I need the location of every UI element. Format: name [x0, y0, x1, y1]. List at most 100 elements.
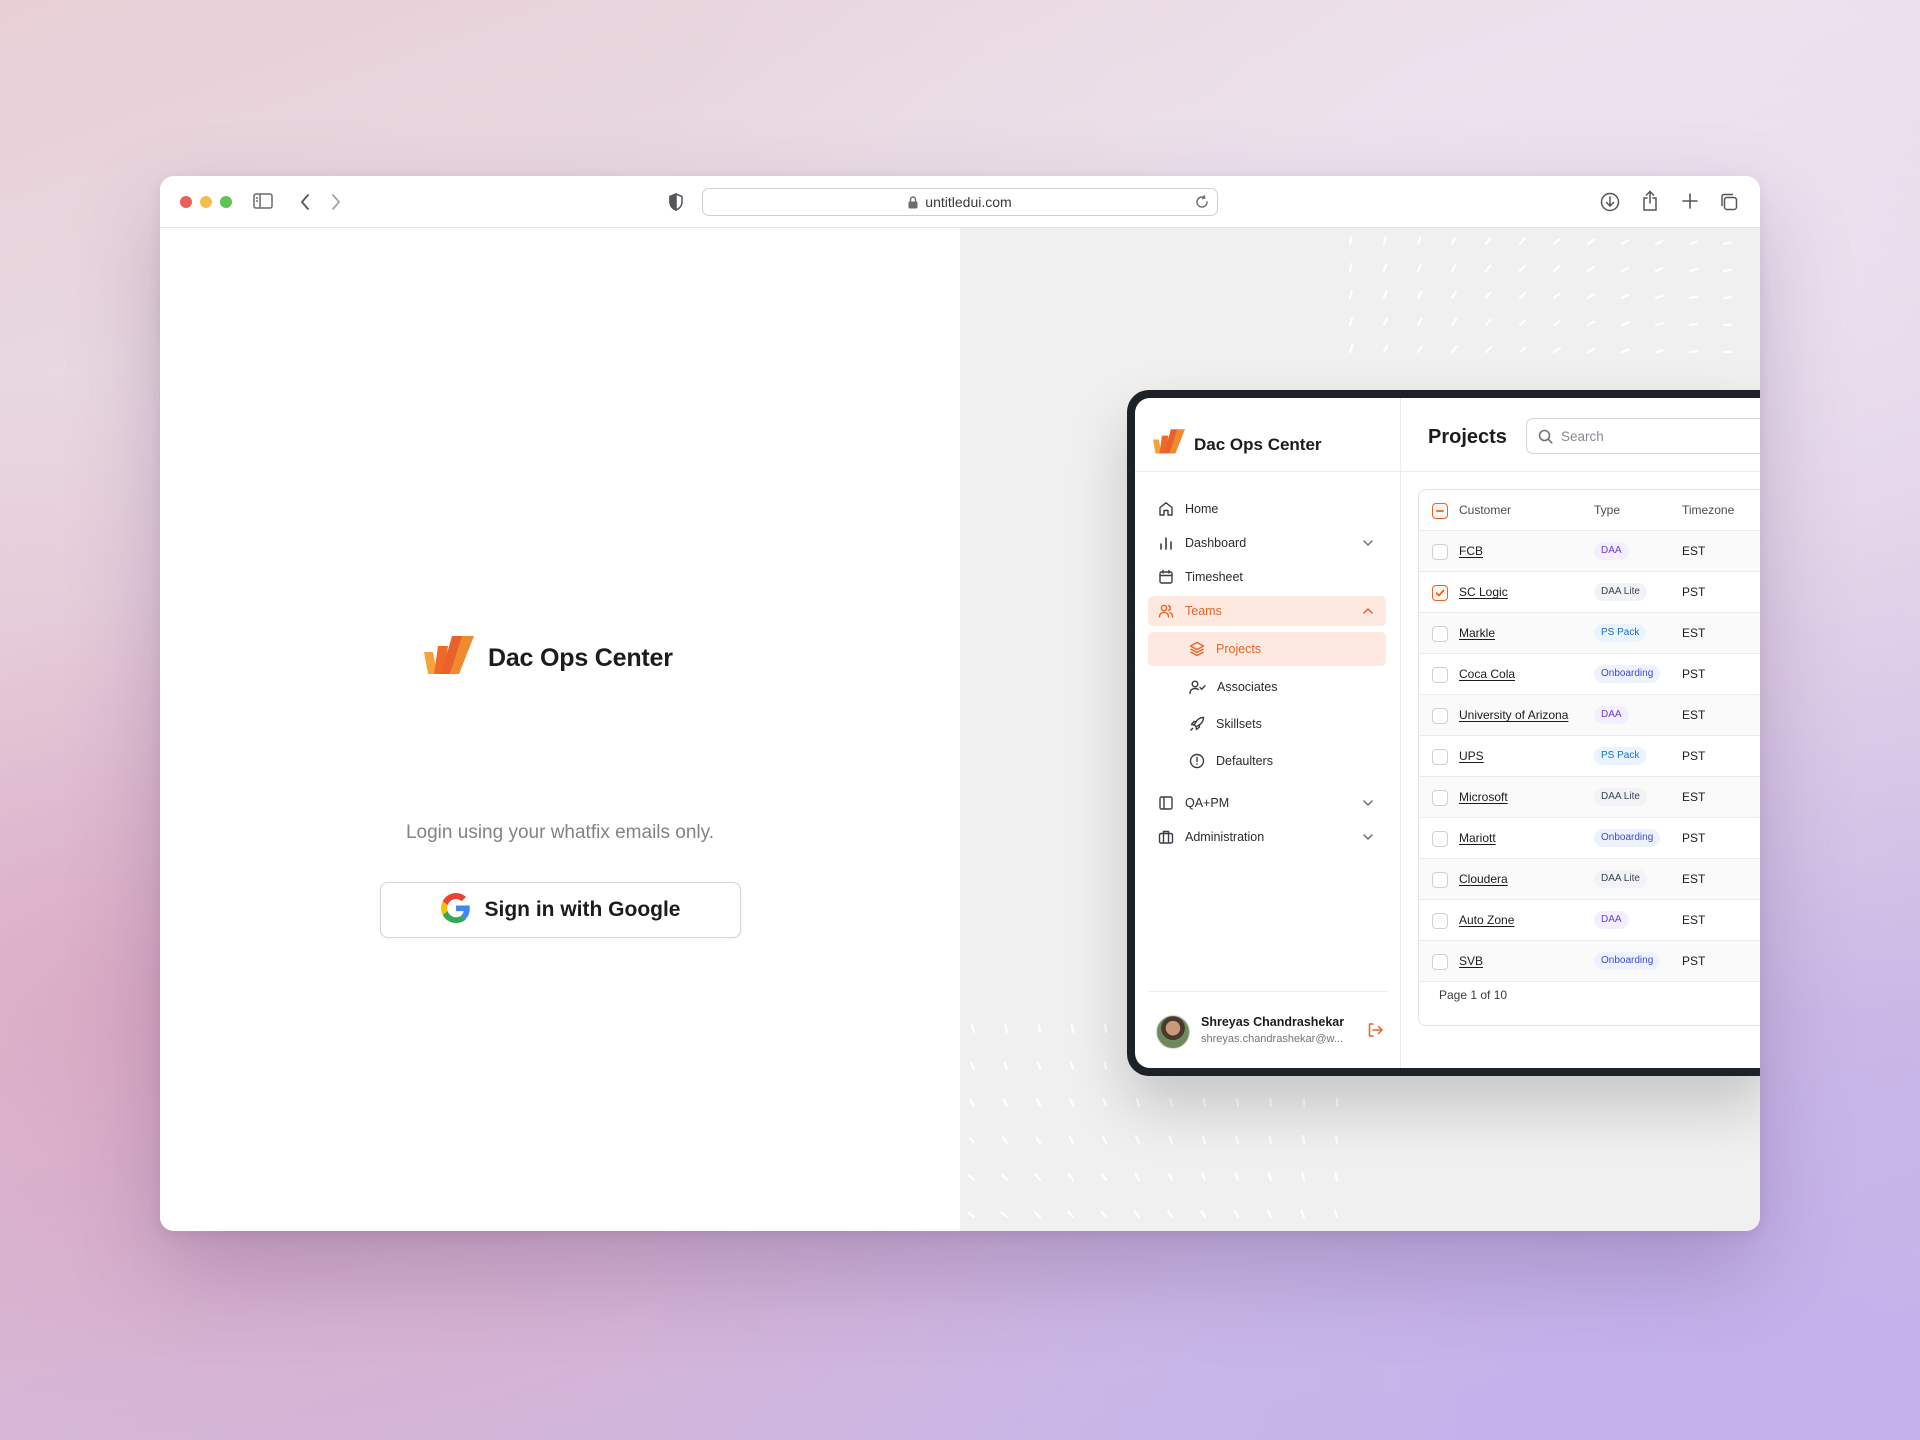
sidebar-item-qa-pm[interactable]: QA+PM: [1148, 788, 1386, 818]
table-row[interactable]: FCB DAA EST: [1419, 531, 1760, 572]
column-header-type[interactable]: Type: [1594, 503, 1620, 517]
new-tab-plus-icon[interactable]: [1681, 192, 1699, 210]
customer-link[interactable]: Coca Cola: [1459, 667, 1515, 681]
chevron-down-icon[interactable]: [1362, 537, 1374, 552]
chevron-down-icon[interactable]: [1362, 797, 1374, 812]
user-email: shreyas.chandrashekar@w...: [1201, 1033, 1343, 1045]
table-row[interactable]: Auto Zone DAA EST: [1419, 900, 1760, 941]
type-badge: DAA Lite: [1594, 870, 1647, 888]
decorative-dash: [1654, 349, 1664, 354]
table-row[interactable]: Cloudera DAA Lite EST: [1419, 859, 1760, 900]
minimize-window-button[interactable]: [200, 196, 212, 208]
table-row[interactable]: Markle PS Pack EST: [1419, 613, 1760, 654]
decorative-dash: [1166, 1210, 1174, 1219]
sidebar-item-label: Teams: [1185, 604, 1222, 618]
row-checkbox[interactable]: [1432, 544, 1448, 560]
sidebar-item-dashboard[interactable]: Dashboard: [1148, 528, 1386, 558]
sidebar-toggle-icon[interactable]: [253, 192, 273, 210]
timezone-cell: EST: [1682, 913, 1706, 927]
customer-link[interactable]: Markle: [1459, 626, 1495, 640]
divider: [1135, 471, 1401, 472]
divider: [1401, 471, 1760, 472]
sidebar-item-home[interactable]: Home: [1148, 494, 1386, 524]
table-row[interactable]: SC Logic DAA Lite PST: [1419, 572, 1760, 613]
tab-overview-icon[interactable]: [1719, 192, 1739, 212]
sidebar-subitem-projects[interactable]: Projects: [1148, 632, 1386, 666]
row-checkbox[interactable]: [1432, 913, 1448, 929]
decorative-dash: [968, 1136, 976, 1145]
row-checkbox[interactable]: [1432, 667, 1448, 683]
decorative-dash: [1104, 1023, 1108, 1034]
decorative-dash: [1169, 1098, 1174, 1108]
customer-link[interactable]: FCB: [1459, 544, 1483, 558]
decorative-dash: [1688, 295, 1698, 300]
row-checkbox[interactable]: [1432, 790, 1448, 806]
type-badge: DAA: [1594, 542, 1629, 560]
chevron-down-icon[interactable]: [1362, 831, 1374, 846]
row-checkbox[interactable]: [1432, 626, 1448, 642]
decorative-dash: [1382, 263, 1388, 273]
decorative-dash: [1450, 290, 1457, 300]
decorative-dash: [1586, 347, 1596, 354]
row-checkbox[interactable]: [1432, 872, 1448, 888]
column-header-customer[interactable]: Customer: [1459, 503, 1511, 517]
share-icon[interactable]: [1641, 190, 1659, 212]
logout-icon[interactable]: [1367, 1022, 1384, 1043]
select-all-checkbox[interactable]: [1432, 503, 1448, 519]
row-checkbox[interactable]: [1432, 708, 1448, 724]
customer-link[interactable]: Auto Zone: [1459, 913, 1514, 927]
table-row[interactable]: Mariott Onboarding PST: [1419, 818, 1760, 859]
avatar[interactable]: [1156, 1015, 1190, 1049]
decorative-dash: [1552, 265, 1561, 273]
decorative-dash: [1688, 267, 1698, 273]
login-brand-title: Dac Ops Center: [488, 644, 673, 672]
back-arrow-icon[interactable]: [299, 193, 311, 211]
google-button-label: Sign in with Google: [484, 898, 681, 921]
sidebar-subitem-defaulters[interactable]: Defaulters: [1148, 744, 1386, 778]
table-row[interactable]: University of Arizona DAA EST: [1419, 695, 1760, 736]
forward-arrow-icon[interactable]: [330, 193, 342, 211]
sidebar-item-teams[interactable]: Teams: [1148, 596, 1386, 626]
decorative-dash: [1267, 1172, 1273, 1182]
sidebar-item-timesheet[interactable]: Timesheet: [1148, 562, 1386, 592]
row-checkbox[interactable]: [1432, 954, 1448, 970]
customer-link[interactable]: University of Arizona: [1459, 708, 1568, 722]
customer-link[interactable]: UPS: [1459, 749, 1484, 763]
chevron-up-icon[interactable]: [1362, 605, 1374, 620]
home-icon: [1159, 502, 1173, 516]
decorative-dash: [1348, 262, 1353, 273]
decorative-dash: [1003, 1061, 1009, 1071]
customer-link[interactable]: Microsoft: [1459, 790, 1508, 804]
column-header-timezone[interactable]: Timezone: [1682, 503, 1734, 517]
decorative-dash: [1037, 1024, 1042, 1034]
row-checkbox[interactable]: [1432, 831, 1448, 847]
login-brand: Dac Ops Center: [424, 636, 673, 681]
search-input[interactable]: Search: [1526, 418, 1760, 454]
sidebar-subitem-skillsets[interactable]: Skillsets: [1148, 707, 1386, 741]
sign-in-with-google-button[interactable]: Sign in with Google: [380, 882, 741, 938]
customer-link[interactable]: SVB: [1459, 954, 1483, 968]
sidebar-subitem-associates[interactable]: Associates: [1148, 670, 1386, 704]
close-window-button[interactable]: [180, 196, 192, 208]
page-title: Projects: [1428, 426, 1507, 448]
table-row[interactable]: SVB Onboarding PST: [1419, 941, 1760, 982]
browser-toolbar: untitledui.com: [160, 176, 1760, 228]
row-checkbox[interactable]: [1432, 749, 1448, 765]
sidebar-item-administration[interactable]: Administration: [1148, 822, 1386, 852]
customer-link[interactable]: Mariott: [1459, 831, 1496, 845]
table-row[interactable]: Coca Cola Onboarding PST: [1419, 654, 1760, 695]
table-row[interactable]: Microsoft DAA Lite EST: [1419, 777, 1760, 818]
address-bar[interactable]: untitledui.com: [702, 188, 1218, 216]
customer-link[interactable]: Cloudera: [1459, 872, 1508, 886]
table-row[interactable]: UPS PS Pack PST: [1419, 736, 1760, 777]
customer-link[interactable]: SC Logic: [1459, 585, 1508, 599]
maximize-window-button[interactable]: [220, 196, 232, 208]
decorative-dash: [1620, 321, 1630, 327]
privacy-shield-icon[interactable]: [668, 193, 684, 211]
device-frame: Dac Ops Center Home Dashboard Timesheet: [1127, 390, 1760, 1076]
google-logo-icon: [440, 892, 471, 928]
timezone-cell: PST: [1682, 749, 1706, 763]
row-checkbox[interactable]: [1432, 585, 1448, 601]
download-icon[interactable]: [1600, 192, 1620, 212]
reload-icon[interactable]: [1195, 195, 1209, 212]
